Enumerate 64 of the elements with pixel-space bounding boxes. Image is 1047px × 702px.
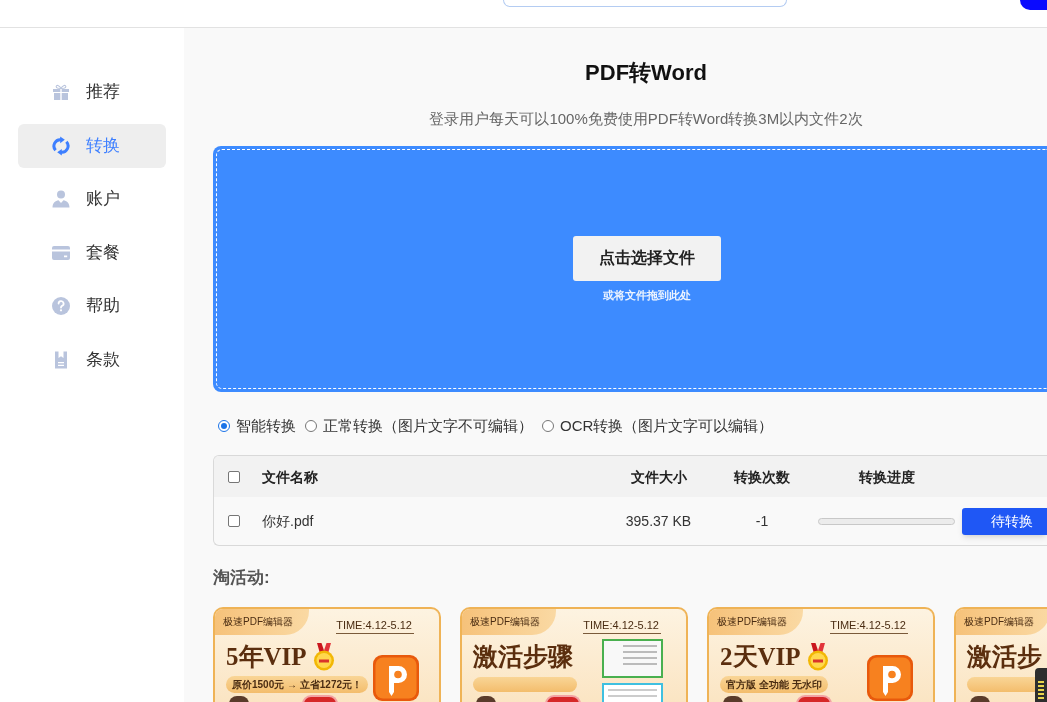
promo-title: 5年VIP bbox=[226, 642, 307, 672]
brand-tab: 极速PDF编辑器 bbox=[215, 609, 309, 635]
checkbox[interactable] bbox=[228, 515, 240, 527]
file-size: 395.37 KB bbox=[625, 512, 692, 531]
sidebar-item[interactable]: 推荐 bbox=[18, 70, 166, 114]
brand-tab: 极速PDF编辑器 bbox=[462, 609, 556, 635]
radio-button[interactable] bbox=[305, 420, 317, 432]
promo-tagline: 官方版 全功能 无水印 bbox=[720, 676, 828, 693]
round-badge-icon bbox=[796, 695, 832, 702]
page-title: PDF转Word bbox=[585, 59, 707, 87]
level-meter-icon bbox=[1035, 668, 1047, 702]
round-button[interactable] bbox=[1020, 0, 1047, 10]
radio-button[interactable] bbox=[542, 420, 554, 432]
radio-option[interactable]: OCR转换（图片文字可以编辑） bbox=[542, 416, 774, 436]
promo-title: 激活步骤 bbox=[473, 642, 573, 672]
help-icon bbox=[51, 296, 71, 316]
radio-button[interactable] bbox=[218, 420, 230, 432]
cartoon-head-drawing bbox=[970, 696, 990, 702]
promo-tagline: 原价1500元 → 立省1272元！ bbox=[226, 676, 369, 693]
cartoon-head-drawing bbox=[229, 696, 249, 702]
select-file-button[interactable]: 点击选择文件 bbox=[572, 235, 721, 281]
promo-title: 2天VIP bbox=[720, 642, 801, 672]
screenshot-thumbnail bbox=[602, 639, 663, 678]
medal-icon bbox=[311, 643, 336, 671]
app-logo-icon bbox=[867, 655, 913, 701]
promo-dates: TIME:4.12-5.12 bbox=[830, 618, 906, 632]
page-subtitle: 登录用户每天可以100%免费使用PDF转Word转换3M以内文件2次 bbox=[429, 109, 863, 129]
promo-banner[interactable]: 极速PDF编辑器 TIME:4.12-5.12 激活步骤 bbox=[460, 607, 688, 702]
screenshot-thumbnail bbox=[602, 683, 663, 702]
radio-option[interactable]: 智能转换 bbox=[218, 416, 296, 436]
search-field[interactable] bbox=[503, 0, 787, 7]
column-header: 转换次数 bbox=[734, 467, 790, 487]
promo-dates: TIME:4.12-5.12 bbox=[336, 618, 412, 632]
promo-banner[interactable]: 极速PDF编辑器 TIME:4.12-5.12 2天VIP 官方版 全功能 无水印 bbox=[707, 607, 935, 702]
gift-icon bbox=[51, 82, 71, 102]
drop-hint: 或将文件拖到此处 bbox=[602, 287, 691, 303]
column-header: 文件名称 bbox=[262, 467, 318, 487]
brand-tab: 极速PDF编辑器 bbox=[956, 609, 1047, 635]
sidebar-item[interactable]: 账户 bbox=[18, 177, 166, 221]
section-title: 淘活动: bbox=[213, 567, 271, 589]
promo-banner[interactable]: 极速PDF编辑器 TIME:4.12-5.12 5年VIP 原价1500元 → 立省1272元！ bbox=[213, 607, 441, 702]
column-header: 转换进度 bbox=[858, 467, 915, 487]
upload-dropzone[interactable]: 点击选择文件 或将文件拖到此处 bbox=[213, 146, 1047, 392]
round-badge-icon bbox=[302, 695, 338, 702]
convert-button[interactable]: 待转换 bbox=[962, 507, 1047, 535]
sidebar-item[interactable]: 帮助 bbox=[18, 284, 166, 328]
round-badge-icon bbox=[545, 695, 581, 702]
refresh-arrows-icon bbox=[51, 135, 71, 156]
promo-title: 激活步 bbox=[967, 642, 1042, 672]
app-logo-icon bbox=[373, 655, 419, 701]
file-name: 你好.pdf bbox=[262, 512, 314, 531]
cartoon-head-drawing bbox=[476, 696, 496, 702]
sidebar-item[interactable]: 套餐 bbox=[18, 230, 166, 275]
sidebar-item[interactable]: 条款 bbox=[18, 337, 166, 382]
brand-tab: 极速PDF编辑器 bbox=[709, 609, 803, 635]
column-header: 文件大小 bbox=[630, 467, 687, 487]
cartoon-head-drawing bbox=[723, 696, 743, 702]
conversion-count: -1 bbox=[755, 512, 769, 531]
radio-option[interactable]: 正常转换（图片文字不可编辑） bbox=[305, 416, 533, 436]
promo-banner[interactable]: 极速PDF编辑器 激活步 bbox=[954, 607, 1047, 702]
promo-dates: TIME:4.12-5.12 bbox=[583, 618, 659, 632]
checkbox[interactable] bbox=[228, 470, 240, 483]
medal-icon bbox=[805, 643, 830, 671]
person-icon bbox=[51, 189, 71, 209]
